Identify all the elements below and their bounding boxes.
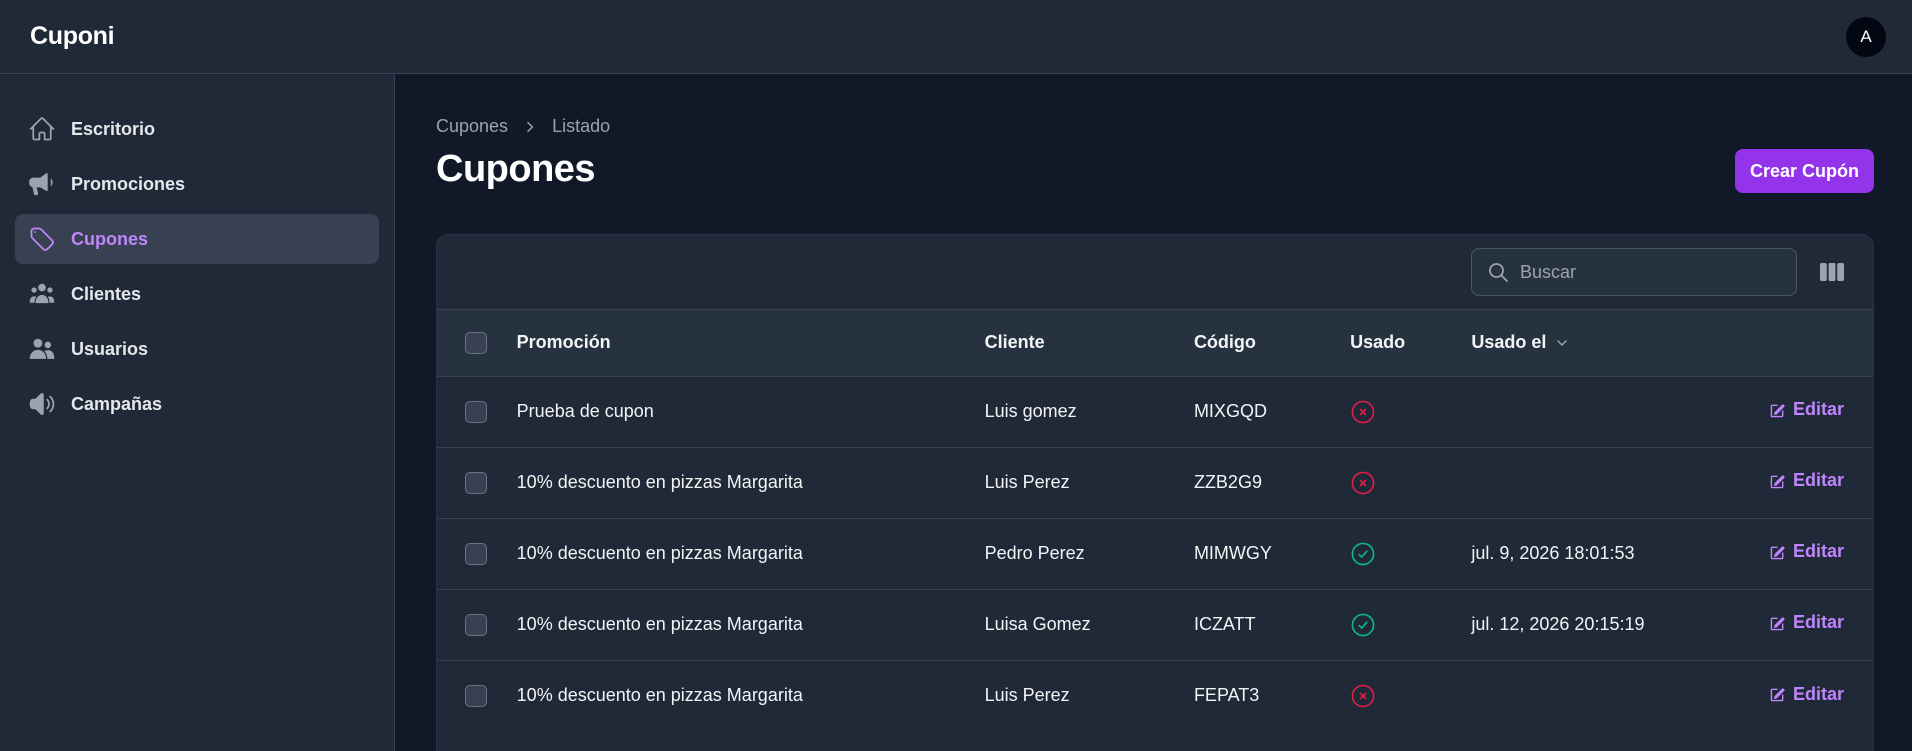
table-toolbar [437, 235, 1873, 310]
search-box[interactable] [1471, 248, 1797, 296]
brand-logo[interactable]: Cuponi [30, 22, 115, 51]
edit-button[interactable]: Editar [1769, 612, 1844, 633]
cell-cliente: Luisa Gomez [984, 614, 1091, 634]
speaker-icon [27, 389, 57, 419]
search-icon [1489, 263, 1508, 282]
check-circle-icon [1350, 612, 1471, 638]
cell-promocion: 10% descuento en pizzas Margarita [516, 614, 803, 634]
chevron-right-icon [527, 121, 534, 132]
cell-usado-el: jul. 12, 2026 20:15:19 [1471, 614, 1645, 634]
x-circle-icon [1350, 683, 1471, 709]
pencil-square-icon [1769, 543, 1793, 561]
tag-icon [27, 224, 57, 254]
chevron-down-icon [1557, 340, 1568, 346]
sidebar: Escritorio Promociones Cupones Clientes … [0, 74, 395, 751]
megaphone-icon [27, 169, 57, 199]
edit-label: Editar [1792, 541, 1844, 562]
home-icon [27, 114, 57, 144]
column-header-usado-el[interactable]: Usado el [1471, 310, 1769, 376]
sidebar-item-label: Clientes [71, 283, 142, 304]
toggle-columns-button[interactable] [1819, 259, 1845, 285]
table-header-row: Promoción Cliente Código Usado Usado el [437, 310, 1873, 376]
main-content: Cupones Listado Cupones Crear Cupón Prom… [396, 74, 1912, 751]
row-select-checkbox[interactable] [465, 613, 487, 636]
coupons-table: Promoción Cliente Código Usado Usado el … [437, 310, 1873, 731]
cell-cliente: Luis Perez [984, 685, 1070, 706]
table-row: 10% descuento en pizzas Margarita Luis Pe… [437, 660, 1873, 731]
check-circle-icon [1350, 541, 1471, 567]
select-all-checkbox[interactable] [465, 331, 487, 354]
table-row: Prueba de cupon Luis gomez MIXGQD Editar [437, 376, 1873, 447]
page-title: Cupones [436, 148, 596, 190]
sidebar-item-usuarios[interactable]: Usuarios [15, 324, 379, 374]
sidebar-item-label: Promociones [71, 173, 186, 194]
cell-usado-el [1471, 376, 1769, 447]
sidebar-item-label: Campañas [71, 393, 163, 414]
cell-cliente: Luis Perez [984, 472, 1070, 492]
cell-codigo: MIXGQD [1193, 401, 1267, 421]
table-body: Prueba de cupon Luis gomez MIXGQD Editar 10%… [437, 376, 1873, 731]
edit-button[interactable]: Editar [1769, 399, 1844, 420]
edit-label: Editar [1792, 399, 1844, 420]
table-row: 10% descuento en pizzas Margarita Pedro P… [437, 518, 1873, 589]
pencil-square-icon [1769, 614, 1793, 632]
edit-button[interactable]: Editar [1769, 541, 1844, 562]
edit-button[interactable]: Editar [1769, 684, 1844, 705]
cell-codigo: MIMWGY [1193, 543, 1272, 563]
row-select-checkbox[interactable] [465, 542, 487, 565]
edit-label: Editar [1792, 470, 1844, 491]
cell-promocion: 10% descuento en pizzas Margarita [516, 543, 803, 563]
view-columns-icon [1820, 263, 1844, 281]
search-input[interactable] [1520, 261, 1780, 283]
column-header-codigo[interactable]: Código [1194, 310, 1350, 376]
cell-promocion: 10% descuento en pizzas Margarita [516, 685, 803, 706]
cell-codigo: FEPAT3 [1193, 685, 1260, 706]
x-circle-icon [1350, 470, 1471, 496]
sidebar-item-label: Cupones [71, 228, 149, 249]
breadcrumb: Cupones Listado [436, 116, 610, 137]
pencil-square-icon [1769, 685, 1793, 703]
sidebar-item-escritorio[interactable]: Escritorio [15, 104, 379, 154]
sidebar-item-label: Escritorio [71, 118, 156, 139]
user-avatar[interactable]: A [1846, 16, 1886, 57]
edit-label: Editar [1792, 683, 1844, 704]
cell-codigo: ZZB2G9 [1193, 472, 1262, 492]
row-select-checkbox[interactable] [465, 471, 487, 494]
sidebar-item-label: Usuarios [71, 338, 149, 359]
sidebar-item-promociones[interactable]: Promociones [15, 159, 379, 209]
cell-usado-el: jul. 9, 2026 18:01:53 [1471, 543, 1635, 563]
column-header-cliente[interactable]: Cliente [985, 310, 1194, 376]
cell-promocion: 10% descuento en pizzas Margarita [516, 472, 803, 492]
edit-button[interactable]: Editar [1769, 470, 1844, 491]
pencil-square-icon [1769, 472, 1793, 490]
user-group-icon [27, 279, 57, 309]
coupons-table-card: Promoción Cliente Código Usado Usado el … [436, 234, 1874, 751]
breadcrumb-item-listado: Listado [552, 116, 611, 136]
row-select-checkbox[interactable] [465, 400, 487, 423]
pencil-square-icon [1769, 401, 1793, 419]
sidebar-item-clientes[interactable]: Clientes [15, 269, 379, 319]
sidebar-item-campanas[interactable]: Campañas [15, 379, 379, 429]
cell-usado-el [1471, 447, 1769, 518]
table-row: 10% descuento en pizzas Margarita Luis Pe… [437, 447, 1873, 518]
row-select-checkbox[interactable] [465, 684, 487, 707]
column-header-promocion[interactable]: Promoción [517, 310, 985, 376]
cell-promocion: Prueba de cupon [516, 401, 654, 421]
x-circle-icon [1350, 399, 1471, 425]
breadcrumb-item-cupones[interactable]: Cupones [436, 116, 508, 137]
cell-codigo: ICZATT [1193, 614, 1256, 634]
column-header-label: Usado el [1471, 332, 1547, 353]
sidebar-item-cupones[interactable]: Cupones [15, 214, 379, 264]
cell-cliente: Pedro Perez [984, 543, 1085, 563]
top-bar: Cuponi A [0, 0, 1912, 74]
table-row: 10% descuento en pizzas Margarita Luisa G… [437, 589, 1873, 660]
create-coupon-button[interactable]: Crear Cupón [1734, 149, 1874, 193]
edit-label: Editar [1792, 612, 1844, 633]
users-icon [27, 334, 57, 364]
cell-cliente: Luis gomez [984, 401, 1077, 421]
column-header-usado[interactable]: Usado [1350, 310, 1471, 376]
cell-usado-el [1471, 660, 1769, 731]
